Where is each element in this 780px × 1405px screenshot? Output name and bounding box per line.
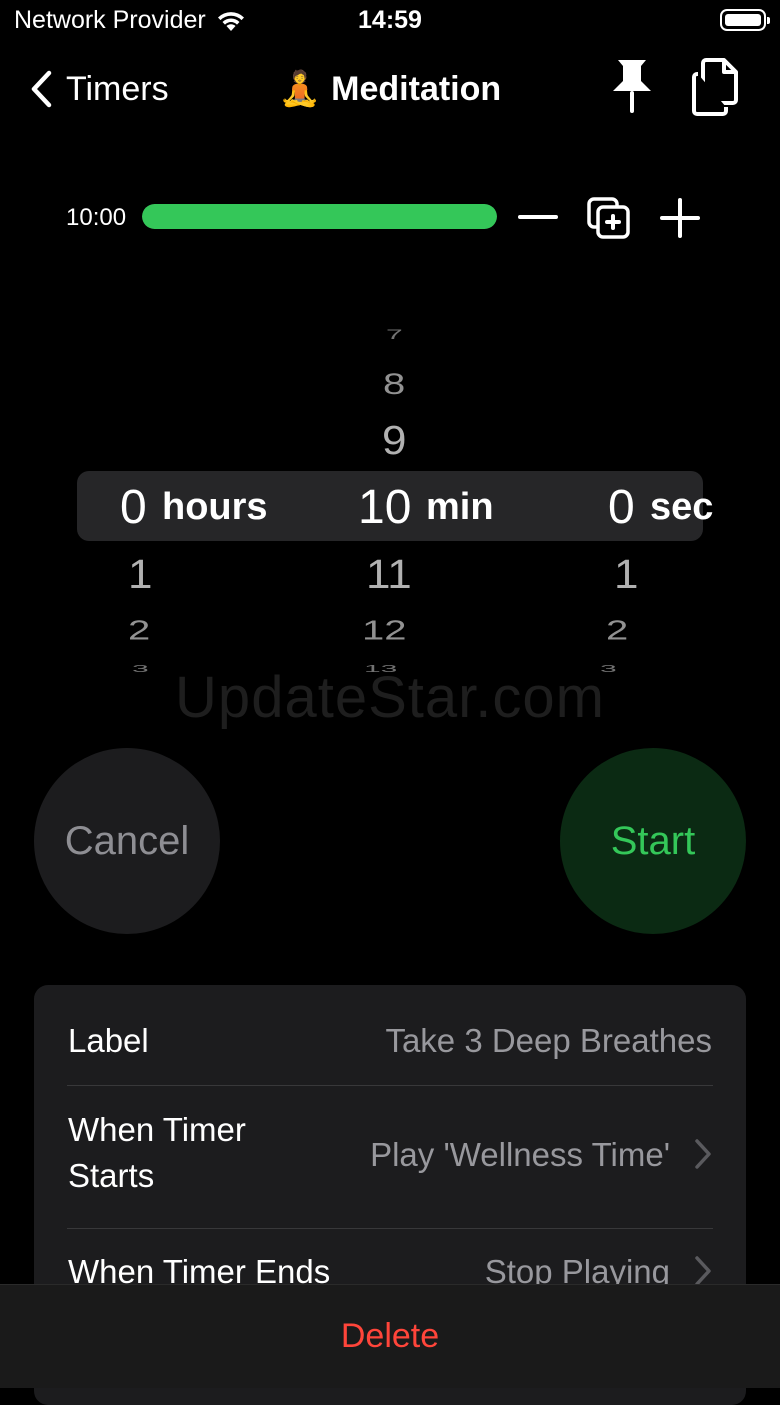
- back-button[interactable]: Timers: [30, 64, 169, 114]
- minutes-option[interactable]: 12: [362, 615, 407, 647]
- increase-icon[interactable]: [658, 196, 702, 240]
- minutes-option[interactable]: 7: [386, 327, 403, 342]
- minutes-option[interactable]: 11: [366, 552, 412, 598]
- timer-progress-bar: [142, 204, 497, 229]
- watermark: UpdateStar.com: [175, 665, 605, 730]
- label-row-value[interactable]: Take 3 Deep Breathes: [385, 1022, 712, 1060]
- seconds-option[interactable]: 1: [614, 552, 638, 598]
- label-row[interactable]: Label Take 3 Deep Breathes: [34, 985, 746, 1085]
- timer-progress-fill: [142, 204, 497, 229]
- copy-icon[interactable]: [690, 56, 746, 118]
- pin-icon[interactable]: [608, 56, 656, 116]
- duplicate-add-icon[interactable]: [586, 196, 632, 240]
- hours-option[interactable]: 2: [128, 615, 150, 647]
- seconds-option[interactable]: 2: [606, 615, 628, 647]
- when-timer-starts-title-line2: Starts: [68, 1157, 155, 1194]
- start-button[interactable]: Start: [560, 748, 746, 934]
- seconds-selected[interactable]: 0: [608, 480, 635, 535]
- label-row-title: Label: [68, 1022, 149, 1059]
- page-title-text: Meditation: [331, 69, 502, 108]
- chevron-right-icon: [695, 1256, 711, 1286]
- when-timer-starts-value: Play 'Wellness Time': [370, 1136, 670, 1173]
- hours-selected[interactable]: 0: [120, 480, 147, 535]
- decrease-icon[interactable]: [516, 202, 560, 232]
- minutes-option[interactable]: 9: [382, 418, 406, 464]
- delete-button[interactable]: Delete: [341, 1317, 439, 1356]
- status-time: 14:59: [358, 6, 422, 34]
- when-timer-starts-title-line1: When Timer: [68, 1111, 246, 1148]
- hours-unit: hours: [162, 486, 268, 528]
- minutes-unit: min: [426, 486, 494, 528]
- when-timer-starts-row[interactable]: When Timer Starts Play 'Wellness Time': [34, 1086, 746, 1228]
- minutes-option[interactable]: 8: [383, 368, 405, 402]
- meditation-emoji-icon: 🧘: [278, 70, 322, 108]
- timer-duration-label: 10:00: [66, 204, 127, 231]
- duration-picker[interactable]: 0 hours 1 2 3 7 8 9 10 min 11 12 13 0 se…: [0, 300, 780, 700]
- cancel-button[interactable]: Cancel: [34, 748, 220, 934]
- chevron-left-icon: [31, 70, 52, 108]
- seconds-unit: sec: [650, 486, 714, 528]
- minutes-selected[interactable]: 10: [358, 480, 411, 535]
- chevron-right-icon: [695, 1139, 711, 1169]
- hours-option[interactable]: 1: [128, 552, 152, 598]
- bottom-toolbar: Delete: [0, 1284, 780, 1388]
- back-label: Timers: [66, 69, 169, 108]
- battery-icon: [720, 9, 770, 31]
